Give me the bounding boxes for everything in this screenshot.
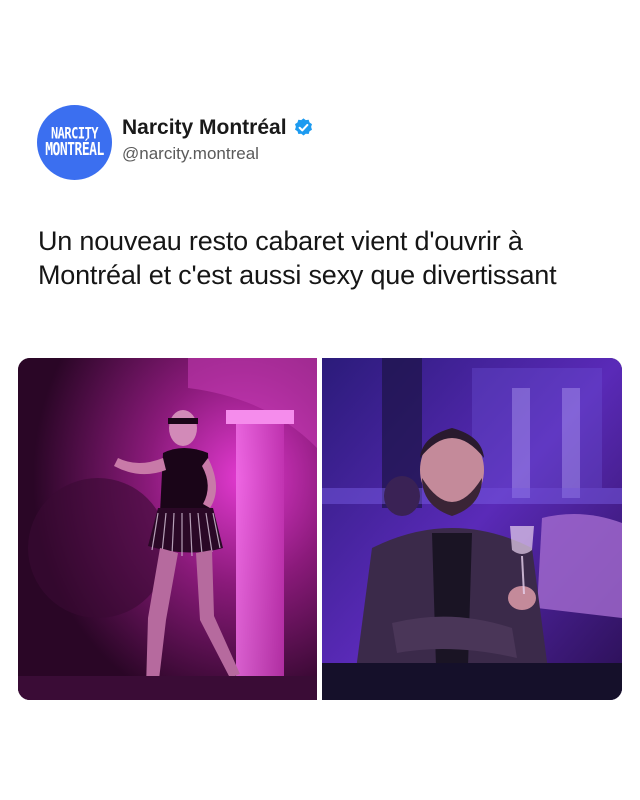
post-text: Un nouveau resto cabaret vient d'ouvrir … (38, 226, 557, 290)
account-identity: Narcity Montréal @narcity.montreal (122, 116, 314, 164)
name-row: Narcity Montréal (122, 116, 314, 140)
account-handle[interactable]: @narcity.montreal (122, 144, 314, 164)
media-gallery (18, 358, 622, 700)
post-header: NARCITY MONTRÉAL Narcity Montréal @narci… (37, 105, 314, 180)
display-name[interactable]: Narcity Montréal (122, 116, 287, 140)
photo-performer[interactable] (18, 358, 317, 700)
verified-badge-icon (293, 117, 314, 138)
photo-guest[interactable] (322, 358, 622, 700)
avatar-text-line2: MONTRÉAL (45, 140, 104, 161)
avatar[interactable]: NARCITY MONTRÉAL (37, 105, 112, 180)
